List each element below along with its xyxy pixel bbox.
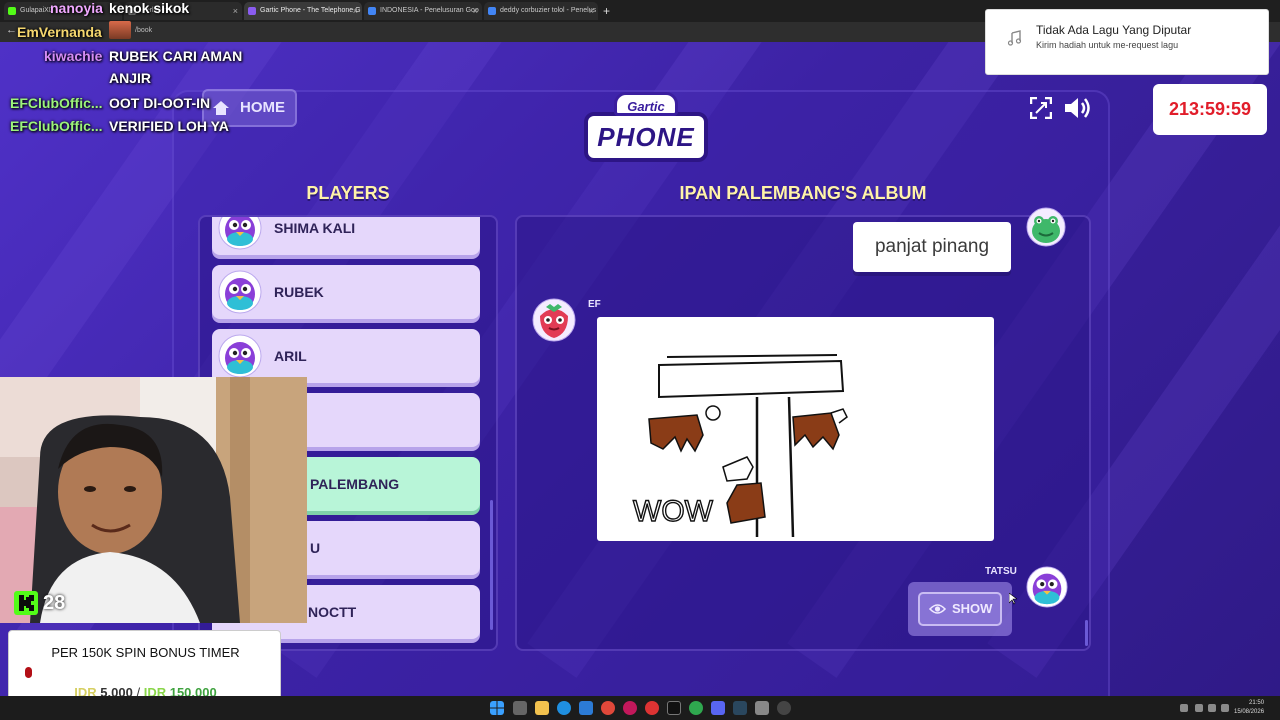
calculator-icon[interactable] xyxy=(755,701,769,715)
bird-avatar-icon xyxy=(218,334,262,378)
chrome-icon[interactable] xyxy=(601,701,615,715)
kick-logo-icon xyxy=(14,591,38,615)
player-name: U xyxy=(310,540,321,556)
tab-title: GulapaiXD xyxy=(20,7,54,14)
tab-title: deddy corbuzier tolol - Penelus xyxy=(500,7,597,14)
tab-title: Gartic Phone - The Telephone G xyxy=(260,7,361,14)
donation-title: PER 150K SPIN BONUS TIMER xyxy=(51,645,240,660)
chat-username: EFClubOffic... xyxy=(10,95,103,111)
webcam-image xyxy=(0,377,307,623)
wifi-icon[interactable] xyxy=(1208,704,1216,712)
google-favicon-icon xyxy=(488,7,496,15)
gartic-favicon-icon xyxy=(248,7,256,15)
gartic-phone-logo: PHONE Gartic xyxy=(584,92,708,166)
back-arrow-icon[interactable]: ← xyxy=(6,24,17,36)
fullscreen-icon[interactable] xyxy=(1030,97,1052,119)
album-title: IPAN PALEMBANG'S ALBUM xyxy=(679,183,927,203)
player-item: SHIMA KALI xyxy=(212,217,480,255)
clock-time: 21:50 xyxy=(1249,700,1265,706)
discord-icon[interactable] xyxy=(711,701,725,715)
logo-main-text: PHONE xyxy=(584,112,708,162)
players-title: PLAYERS xyxy=(306,183,390,203)
xbox-icon[interactable] xyxy=(689,701,703,715)
url-text[interactable]: /book xyxy=(135,27,152,34)
player-item: RUBEK xyxy=(212,265,480,319)
windows-taskbar: 21:50 15/08/2026 xyxy=(0,696,1280,720)
album-scrollbar[interactable] xyxy=(1085,620,1088,646)
player-name: NOCTT xyxy=(308,604,357,620)
tab-title: INDONESIA - Penelusuran Goo xyxy=(380,7,479,14)
eye-icon xyxy=(929,604,946,614)
volume-tray-icon[interactable] xyxy=(1221,704,1229,712)
show-label: SHOW xyxy=(952,601,993,616)
player-item: ARIL xyxy=(212,329,480,383)
chat-sticker-icon xyxy=(109,21,131,39)
microphone-icon[interactable] xyxy=(1195,704,1203,712)
player-name: SHIMA KALI xyxy=(274,220,356,236)
chat-message: RUBEK CARI AMAN xyxy=(109,48,243,64)
clock-date: 15/08/2026 xyxy=(1234,709,1265,715)
chat-message: OOT DI-OOT-IN xyxy=(109,95,211,111)
song-request-notification: Tidak Ada Lagu Yang Diputar Kirim hadiah… xyxy=(985,9,1269,75)
close-tab-icon[interactable]: × xyxy=(233,2,238,20)
music-note-icon xyxy=(1007,30,1022,46)
task-view-icon[interactable] xyxy=(513,701,527,715)
players-scrollbar[interactable] xyxy=(490,500,493,630)
home-label: HOME xyxy=(240,99,285,116)
close-tab-icon[interactable]: × xyxy=(589,2,594,20)
player-name: PALEMBANG xyxy=(310,476,400,492)
drawing-canvas: WOW xyxy=(597,317,994,541)
close-tab-icon[interactable]: × xyxy=(473,2,478,20)
next-author: TATSU xyxy=(985,566,1017,577)
player-name: ARIL xyxy=(274,348,307,364)
app-icon[interactable] xyxy=(645,701,659,715)
taskbar-clock[interactable]: 21:50 15/08/2026 xyxy=(1234,699,1264,717)
close-tab-icon[interactable]: × xyxy=(353,2,358,20)
chat-message: kenok sikok xyxy=(109,0,190,16)
browser-tab[interactable]: INDONESIA - Penelusuran Goo × xyxy=(364,2,482,20)
file-explorer-icon[interactable] xyxy=(535,701,549,715)
drawing-illustration: WOW xyxy=(632,354,848,538)
media-player-icon[interactable] xyxy=(777,701,791,715)
frog-avatar-icon xyxy=(1026,207,1066,247)
webcam-feed xyxy=(0,377,307,623)
new-tab-button[interactable]: + xyxy=(603,2,610,20)
drawing-author: EF xyxy=(588,299,601,310)
chat-username: EmVernanda xyxy=(17,24,102,40)
logo-top-text: Gartic xyxy=(614,92,678,116)
notification-title: Tidak Ada Lagu Yang Diputar xyxy=(1036,23,1192,37)
capcut-icon[interactable] xyxy=(667,701,681,715)
stream-timer: 213:59:59 xyxy=(1153,84,1267,135)
chat-username: EFClubOffic... xyxy=(10,118,103,134)
chat-message: VERIFIED LOH YA xyxy=(109,118,229,134)
player-name: RUBEK xyxy=(274,284,324,300)
chat-message: ANJIR xyxy=(109,70,152,86)
phrase-bubble: panjat pinang xyxy=(853,222,1011,272)
opera-icon[interactable] xyxy=(623,701,637,715)
steam-icon[interactable] xyxy=(733,701,747,715)
kick-favicon-icon xyxy=(8,7,16,15)
home-icon xyxy=(213,101,229,115)
notification-subtitle: Kirim hadiah untuk me-request lagu xyxy=(1036,40,1179,50)
chat-username: nanoyia xyxy=(50,0,103,16)
volume-icon[interactable] xyxy=(1063,95,1093,121)
bird-avatar-icon xyxy=(1026,566,1068,608)
browser-tab[interactable]: deddy corbuzier tolol - Penelus × xyxy=(484,2,598,20)
store-icon[interactable] xyxy=(579,701,593,715)
progress-indicator xyxy=(25,667,32,678)
google-favicon-icon xyxy=(368,7,376,15)
edge-icon[interactable] xyxy=(557,701,571,715)
show-button[interactable]: SHOW xyxy=(918,592,1002,626)
drawing-text: WOW xyxy=(633,495,714,528)
bird-avatar-icon xyxy=(218,217,262,250)
tray-chevron-icon[interactable] xyxy=(1180,704,1188,712)
strawberry-avatar-icon xyxy=(532,298,576,342)
viewer-count: 28 xyxy=(43,592,66,614)
mouse-cursor-icon xyxy=(1009,593,1017,605)
bird-avatar-icon xyxy=(218,270,262,314)
chat-username: kiwachie xyxy=(44,48,103,64)
windows-start-icon[interactable] xyxy=(490,701,504,715)
browser-tab-active[interactable]: Gartic Phone - The Telephone G × xyxy=(244,2,362,20)
